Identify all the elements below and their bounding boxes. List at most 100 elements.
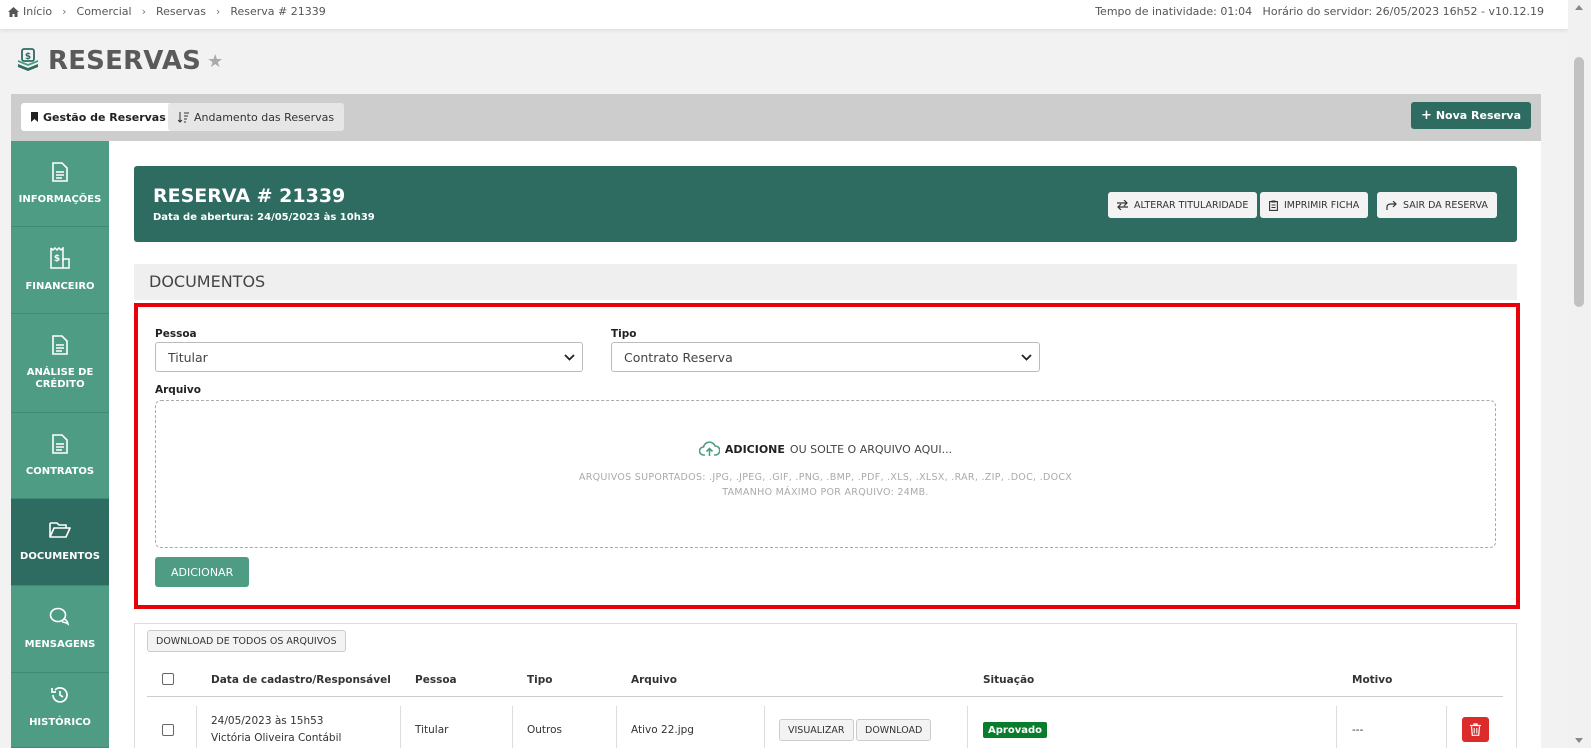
view-file-button[interactable]: VISUALIZAR (779, 719, 854, 741)
breadcrumb-reservas[interactable]: Reservas (156, 5, 206, 18)
chevron-down-icon (1021, 354, 1032, 361)
sidebar-item-mensagens[interactable]: MENSAGENS (11, 586, 109, 673)
pessoa-value: Titular (168, 349, 208, 365)
cell-divider (967, 706, 968, 748)
dropzone-drop-text: OU SOLTE O ARQUIVO AQUI... (789, 442, 953, 456)
change-holder-button[interactable]: ALTERAR TITULARIDADE (1108, 192, 1258, 218)
plus-icon: + (1420, 108, 1432, 123)
sidebar-item-analise-credito[interactable]: ANÁLISE DE CRÉDITO (11, 314, 109, 413)
svg-text:$: $ (25, 52, 31, 62)
sidebar-item-label: MENSAGENS (24, 639, 96, 650)
sidebar-item-contratos[interactable]: CONTRATOS (11, 413, 109, 499)
sidebar-item-label: HISTÓRICO (29, 717, 91, 728)
pessoa-select[interactable]: Titular (155, 342, 583, 372)
pessoa-label: Pessoa (155, 328, 197, 340)
home-icon (8, 6, 19, 17)
documents-table-panel: DOWNLOAD DE TODOS OS ARQUIVOS Data de ca… (134, 623, 1517, 748)
add-document-button[interactable]: ADICIONAR (155, 557, 250, 587)
folder-open-icon (49, 522, 71, 538)
table-header-divider (147, 696, 1503, 697)
dropzone-prompt: ADICIONE OU SOLTE O ARQUIVO AQUI... (156, 441, 1495, 457)
scroll-down-arrow-icon[interactable] (1575, 738, 1583, 743)
sidebar-item-label: FINANCEIRO (25, 281, 95, 292)
svg-text:$: $ (54, 254, 60, 264)
tab-label: Andamento das Reservas (194, 110, 335, 124)
page-scrollbar[interactable] (1568, 0, 1591, 748)
breadcrumb-comercial[interactable]: Comercial (77, 5, 132, 18)
download-file-button[interactable]: DOWNLOAD (856, 719, 932, 741)
cloud-upload-icon (698, 441, 720, 456)
row-tipo: Outros (527, 724, 563, 736)
col-header-situacao: Situação (983, 674, 1035, 686)
supported-files-text: ARQUIVOS SUPORTADOS: .JPG, .JPEG, .GIF, … (578, 472, 1073, 483)
tab-andamento-reservas[interactable]: Andamento das Reservas (168, 103, 345, 131)
sidebar-item-label: CONTRATOS (25, 465, 95, 477)
cell-divider (1336, 706, 1337, 748)
chevron-right-icon: › (141, 5, 146, 18)
new-reservation-button[interactable]: + Nova Reserva (1410, 102, 1531, 129)
cell-divider (512, 706, 513, 748)
document-icon (52, 433, 68, 454)
cell-divider (1446, 706, 1447, 748)
new-reservation-label: Nova Reserva (1435, 109, 1521, 122)
reservation-header: RESERVA # 21339 Data de abertura: 24/05/… (134, 166, 1517, 242)
server-info: Tempo de inatividade: 01:04 Horário do s… (1095, 5, 1544, 18)
row-checkbox[interactable] (162, 724, 174, 736)
tipo-value: Contrato Reserva (624, 349, 733, 365)
money-stack-icon: $ (18, 48, 38, 71)
sort-icon (178, 111, 189, 123)
col-header-tipo: Tipo (527, 674, 553, 686)
tab-gestao-reservas[interactable]: Gestão de Reservas (21, 103, 176, 131)
favorite-star-icon[interactable]: ★ (207, 51, 223, 72)
print-form-button[interactable]: IMPRIMIR FICHA (1260, 192, 1369, 218)
row-date: 24/05/2023 às 15h53 (211, 715, 324, 727)
max-size-text: TAMANHO MÁXIMO POR ARQUIVO: 24MB. (722, 487, 929, 498)
row-responsible: Victória Oliveira Contábil (211, 732, 342, 744)
breadcrumb-current: Reserva # 21339 (230, 5, 326, 18)
breadcrumb-home[interactable]: Início (23, 5, 52, 18)
receipt-dollar-icon: $ (50, 247, 70, 269)
chevron-right-icon: › (62, 5, 67, 18)
share-arrow-icon (1386, 200, 1397, 210)
col-header-pessoa: Pessoa (415, 674, 457, 686)
row-motivo: --- (1352, 724, 1364, 736)
scrollbar-thumb[interactable] (1574, 57, 1584, 307)
main-content: RESERVA # 21339 Data de abertura: 24/05/… (109, 141, 1541, 748)
tipo-label: Tipo (611, 328, 637, 340)
chevron-down-icon (564, 354, 575, 361)
select-all-checkbox[interactable] (162, 673, 174, 685)
row-arquivo: Ativo 22.jpg (631, 724, 694, 736)
history-icon (51, 687, 68, 703)
exit-reservation-button[interactable]: SAIR DA RESERVA (1377, 192, 1497, 218)
sidebar: INFORMAÇÕES $ FINANCEIRO ANÁLISE DE CRÉD… (11, 141, 109, 748)
sidebar-item-financeiro[interactable]: $ FINANCEIRO (11, 227, 109, 314)
download-all-button[interactable]: DOWNLOAD DE TODOS OS ARQUIVOS (147, 630, 346, 652)
documents-section-title: DOCUMENTOS (134, 264, 1517, 300)
document-icon (52, 335, 68, 355)
tabs-bar: Gestão de Reservas Andamento das Reserva… (11, 94, 1541, 141)
tipo-select[interactable]: Contrato Reserva (611, 342, 1040, 372)
tab-label: Gestão de Reservas (43, 110, 166, 124)
swap-icon (1117, 200, 1128, 210)
scroll-up-arrow-icon[interactable] (1575, 5, 1583, 10)
change-holder-label: ALTERAR TITULARIDADE (1134, 199, 1249, 211)
trash-icon (1470, 723, 1481, 736)
cell-divider (400, 706, 401, 748)
sidebar-item-label: INFORMAÇÕES (18, 193, 102, 205)
top-bar: Início › Comercial › Reservas › Reserva … (0, 0, 1568, 29)
status-badge: Aprovado (983, 722, 1047, 738)
clipboard-icon (1269, 200, 1278, 211)
page-title: RESERVAS (48, 46, 202, 76)
file-dropzone[interactable]: ADICIONE OU SOLTE O ARQUIVO AQUI... ARQU… (155, 400, 1496, 548)
col-header-motivo: Motivo (1352, 674, 1393, 686)
dropzone-add-text: ADICIONE (724, 442, 785, 456)
sidebar-item-informacoes[interactable]: INFORMAÇÕES (11, 141, 109, 227)
delete-file-button[interactable] (1462, 717, 1489, 742)
chevron-right-icon: › (215, 5, 221, 18)
reservation-title: RESERVA # 21339 (153, 185, 346, 207)
sidebar-item-historico[interactable]: HISTÓRICO (11, 673, 109, 748)
col-header-arquivo: Arquivo (631, 674, 677, 686)
sidebar-item-documentos[interactable]: DOCUMENTOS (11, 499, 109, 586)
breadcrumb: Início › Comercial › Reservas › Reserva … (8, 5, 326, 18)
upload-form-highlight: Pessoa Titular Tipo Contrato Reserva Arq… (134, 303, 1520, 609)
